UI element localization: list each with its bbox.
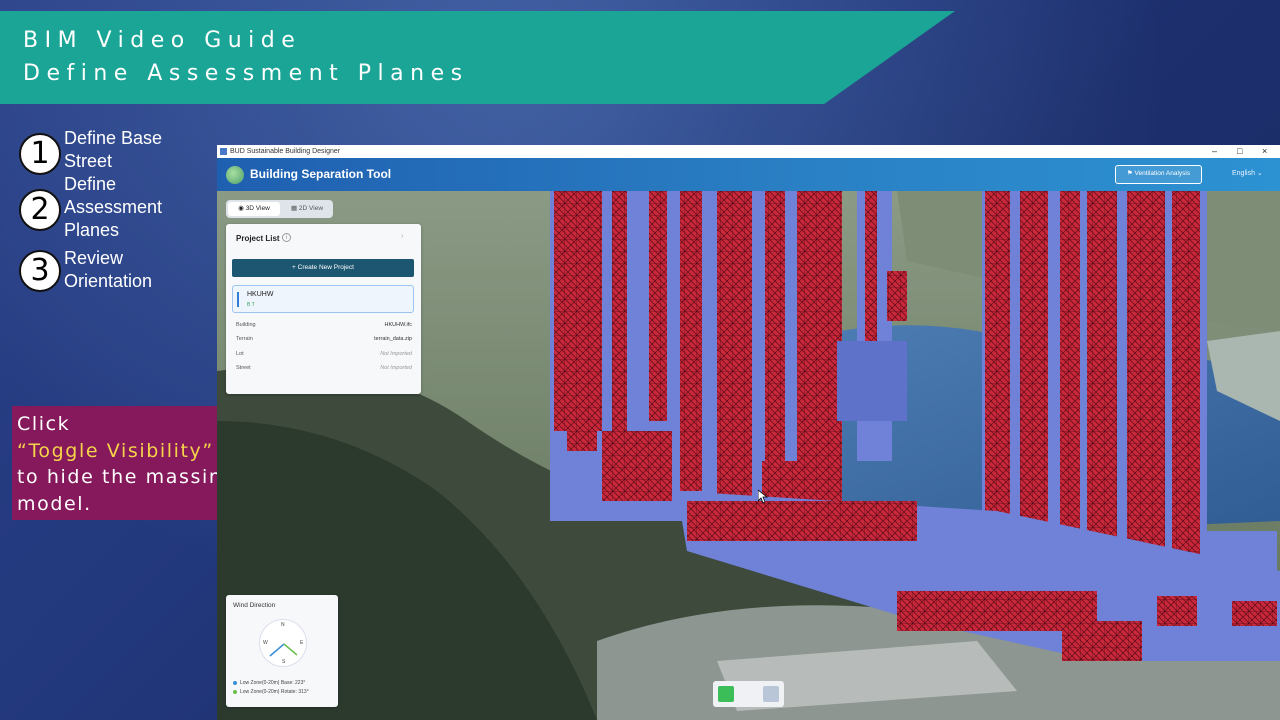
project-list-title: Project List <box>236 234 280 243</box>
app-header: Building Separation Tool ⚑ Ventilation A… <box>217 158 1280 191</box>
language-label: English <box>1232 170 1255 177</box>
project-list-panel: Project List i › + Create New Project HK… <box>226 224 421 394</box>
layer-button[interactable] <box>763 686 779 702</box>
maximize-button[interactable]: □ <box>1237 145 1242 158</box>
window-title: BUD Sustainable Building Designer <box>230 148 341 155</box>
create-new-project-label: Create New Project <box>297 264 354 271</box>
project-row-key: Terrain <box>236 336 253 342</box>
project-row-key: Street <box>236 365 251 371</box>
project-row-street: Street Not Imported <box>236 365 412 375</box>
chevron-down-icon: ⌄ <box>1256 170 1263 177</box>
app-icon <box>220 148 227 155</box>
toggle-visibility-button[interactable] <box>718 686 734 702</box>
window-titlebar: BUD Sustainable Building Designer – □ × <box>217 145 1280 158</box>
step-1-text: Define Base Street <box>64 128 163 171</box>
step-3-number: 3 <box>19 250 61 292</box>
selection-bar <box>237 292 239 307</box>
legend-dot <box>233 680 237 685</box>
minimize-button[interactable]: – <box>1212 145 1217 158</box>
project-row-value: HKUHW.ifc <box>384 322 413 328</box>
wind-vectors <box>269 643 298 657</box>
app-title: Building Separation Tool <box>250 167 392 181</box>
collapse-icon[interactable]: › <box>401 233 403 240</box>
wind-legend-rotate: Low Zone(0-20m) Rotate: 313° <box>233 689 309 695</box>
project-row-key: Lot <box>236 351 244 357</box>
language-selector[interactable]: English ⌄ <box>1232 169 1263 177</box>
wind-legend-base: Low Zone(0-20m) Base: 223° <box>233 680 305 686</box>
tab-2d-view[interactable]: ▦ 2D View <box>282 202 332 216</box>
grid-icon: ▦ <box>290 205 299 212</box>
title-banner <box>0 11 955 104</box>
legend-dot <box>233 689 237 694</box>
wind-legend-rotate-text: Low Zone(0-20m) Rotate: 313° <box>240 689 309 695</box>
ventilation-analysis-label: Ventilation Analysis <box>1134 170 1191 177</box>
project-row-building: Building HKUHW.ifc <box>236 322 412 332</box>
project-name: HKUHW <box>247 291 274 298</box>
project-row-terrain: Terrain terrain_data.zip <box>236 336 412 346</box>
step-1-number: 1 <box>19 133 61 175</box>
close-button[interactable]: × <box>1262 145 1267 158</box>
project-tags: B T <box>247 302 255 308</box>
app-window: BUD Sustainable Building Designer – □ × … <box>217 145 1280 720</box>
project-row-lot: Lot Not Imported <box>236 351 412 361</box>
step-2-text: Define Assessment Planes <box>64 174 163 240</box>
project-row-value: Not Imported <box>380 365 412 371</box>
ventilation-analysis-button[interactable]: ⚑ Ventilation Analysis <box>1115 165 1202 184</box>
wind-direction-panel: Wind Direction N E S W Low Zone(0-20m) B… <box>226 595 338 707</box>
project-card[interactable]: HKUHW B T <box>232 285 414 313</box>
info-icon[interactable]: i <box>282 233 291 242</box>
wind-legend-base-text: Low Zone(0-20m) Base: 223° <box>240 680 306 686</box>
banner-title: BIM Video Guide <box>23 28 302 53</box>
tab-3d-view-label: 3D View <box>245 205 270 212</box>
project-row-value: terrain_data.zip <box>374 336 412 342</box>
step-2-number: 2 <box>19 189 61 231</box>
compass-icon: N E S W <box>259 619 307 667</box>
wind-direction-title: Wind Direction <box>233 602 276 609</box>
mouse-cursor-icon <box>758 490 768 504</box>
cube-icon: ◉ <box>238 205 246 212</box>
tab-3d-view[interactable]: ◉ 3D View <box>228 202 280 216</box>
banner-subtitle: Define Assessment Planes <box>23 61 469 86</box>
step-3-text: Review Orientation <box>64 248 153 291</box>
bottom-toolbar <box>713 681 784 707</box>
project-row-value: Not Imported <box>380 351 412 357</box>
project-row-key: Building <box>236 322 256 328</box>
create-new-project-button[interactable]: + Create New Project <box>232 259 414 277</box>
view-toggle: ◉ 3D View ▦ 2D View <box>226 200 333 218</box>
app-logo-icon <box>226 166 244 184</box>
tab-2d-view-label: 2D View <box>298 205 324 212</box>
